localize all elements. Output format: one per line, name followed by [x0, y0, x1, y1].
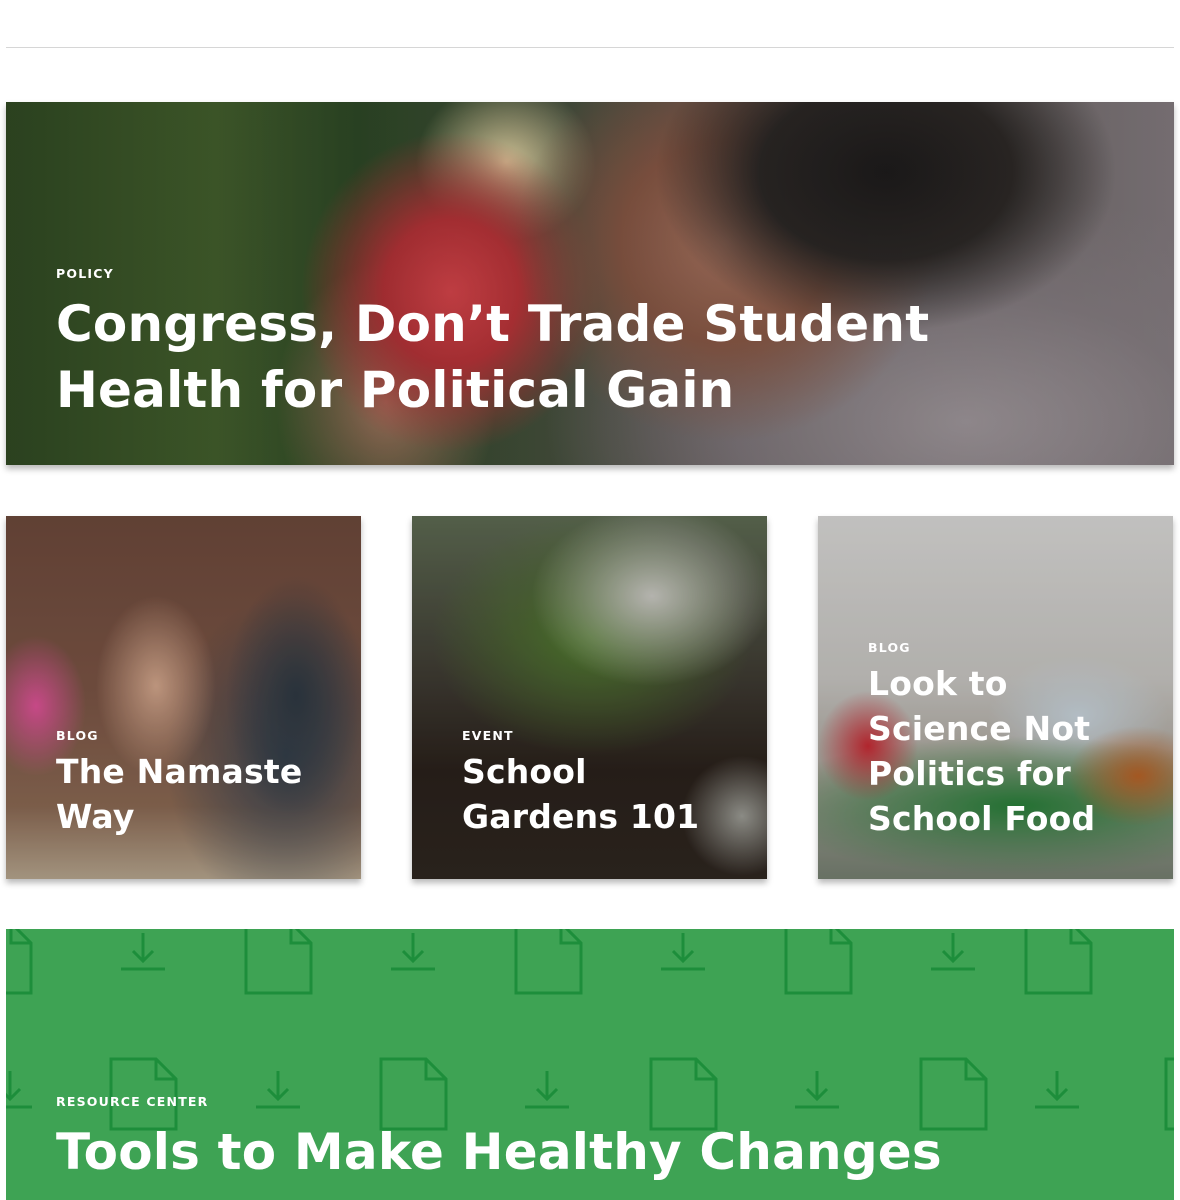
download-icon — [6, 931, 1081, 1109]
hero-category-label: POLICY — [56, 266, 114, 281]
top-divider — [6, 47, 1174, 48]
article-card-school-gardens[interactable]: EVENT School Gardens 101 — [412, 516, 767, 879]
article-card-science-school-food[interactable]: BLOG Look to Science Not Politics for Sc… — [818, 516, 1173, 879]
card-title[interactable]: Look to Science Not Politics for School … — [868, 661, 1133, 841]
article-card-namaste-way[interactable]: BLOG The Namaste Way — [6, 516, 361, 879]
card-title[interactable]: School Gardens 101 — [462, 749, 702, 839]
resource-center-banner[interactable]: RESOURCE CENTER Tools to Make Healthy Ch… — [6, 929, 1174, 1200]
card-category-label: BLOG — [868, 640, 911, 655]
card-title[interactable]: The Namaste Way — [56, 749, 316, 839]
featured-article-card[interactable]: POLICY Congress, Don’t Trade Student Hea… — [6, 102, 1174, 465]
card-category-label: EVENT — [462, 728, 514, 743]
card-category-label: BLOG — [56, 728, 99, 743]
resource-title[interactable]: Tools to Make Healthy Changes — [56, 1119, 1150, 1185]
resource-category-label: RESOURCE CENTER — [56, 1094, 209, 1109]
hero-title[interactable]: Congress, Don’t Trade Student Health for… — [56, 291, 956, 423]
